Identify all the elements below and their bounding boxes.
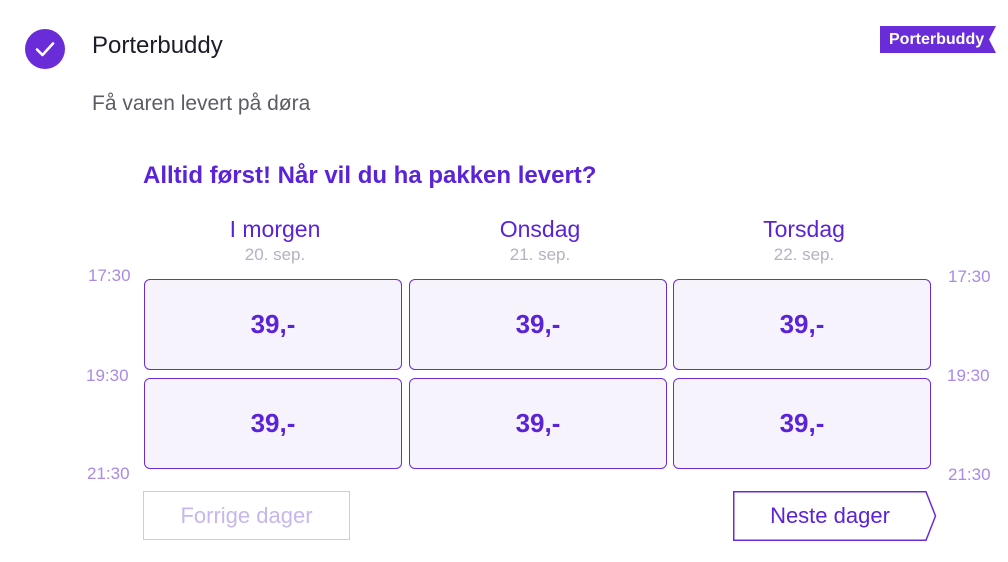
delivery-slot[interactable]: 39,- — [144, 279, 402, 370]
previous-days-button[interactable]: Forrige dager — [143, 491, 350, 540]
day-date: 22. sep. — [773, 245, 835, 264]
delivery-slot[interactable]: 39,- — [409, 279, 667, 370]
time-label-left: 21:30 — [87, 464, 130, 483]
day-header-3: Torsdag 22. sep. — [673, 216, 935, 265]
day-name: Onsdag — [499, 216, 581, 242]
check-icon — [35, 42, 55, 57]
delivery-slot[interactable]: 39,- — [409, 378, 667, 469]
selected-checkmark[interactable] — [25, 29, 65, 69]
delivery-slot[interactable]: 39,- — [673, 378, 931, 469]
next-days-button[interactable]: Neste dager — [733, 491, 937, 541]
day-name: I morgen — [229, 216, 321, 242]
porterbuddy-logo-badge: Porterbuddy — [880, 26, 996, 53]
shipping-option-title: Porterbuddy — [92, 32, 223, 59]
time-label-left: 19:30 — [86, 366, 129, 385]
time-label-right: 21:30 — [948, 465, 991, 484]
time-label-right: 19:30 — [947, 366, 990, 385]
day-name: Torsdag — [763, 216, 845, 242]
time-label-right: 17:30 — [948, 267, 991, 286]
delivery-slot[interactable]: 39,- — [673, 279, 931, 370]
day-date: 20. sep. — [244, 245, 306, 264]
day-header-1: I morgen 20. sep. — [144, 216, 406, 265]
delivery-headline: Alltid først! Når vil du ha pakken lever… — [143, 162, 597, 189]
day-date: 21. sep. — [509, 245, 571, 264]
next-days-label: Neste dager — [770, 503, 890, 528]
time-label-left: 17:30 — [88, 266, 131, 285]
delivery-slot[interactable]: 39,- — [144, 378, 402, 469]
shipping-option-subtitle: Få varen levert på døra — [92, 92, 311, 115]
day-header-2: Onsdag 21. sep. — [409, 216, 671, 265]
